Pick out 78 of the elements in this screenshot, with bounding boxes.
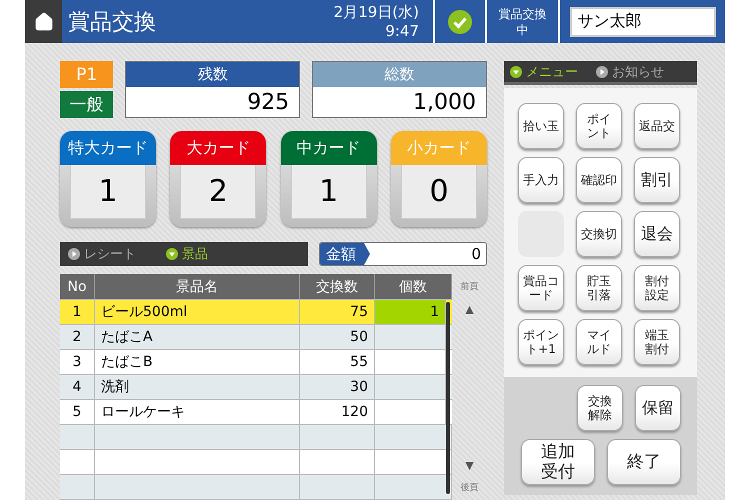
table-cell: 3: [60, 350, 95, 374]
table-cell: たばこB: [95, 350, 300, 374]
card-label: 大カード: [170, 131, 266, 165]
screen-title: 賞品交換: [68, 8, 156, 36]
menu-button[interactable]: 交換切: [576, 211, 622, 257]
table-cell: 55: [300, 350, 375, 374]
home-icon: [34, 12, 54, 32]
card-value: 1: [70, 165, 146, 219]
menu-tab[interactable]: メニュー: [510, 62, 578, 80]
card-counter[interactable]: 大カード 2: [170, 131, 266, 227]
table-row[interactable]: 3 たばこB 55: [60, 350, 452, 375]
table-cell: 50: [300, 325, 375, 349]
card-counter[interactable]: 小カード 0: [390, 131, 487, 227]
counter-label: 残数: [126, 62, 300, 87]
table-cell: 4: [60, 375, 95, 399]
prev-page-label: 前頁: [460, 280, 478, 293]
table-cell: 2: [60, 325, 95, 349]
column-header: 個数: [375, 274, 452, 299]
menu-button[interactable]: マイルド: [576, 319, 622, 365]
table-row[interactable]: 2 たばこA 50: [60, 325, 452, 350]
home-button[interactable]: [25, 0, 62, 43]
page-down-button[interactable]: ▼: [462, 457, 476, 473]
menu-button[interactable]: ポイント+1: [518, 319, 564, 365]
card-label: 小カード: [390, 131, 487, 165]
card-value: 1: [290, 165, 367, 219]
counter-value: 925: [246, 88, 290, 116]
table-cell: たばこA: [95, 325, 300, 349]
menu-button[interactable]: 賞品コード: [518, 265, 564, 311]
amount-label: 金額: [320, 243, 370, 265]
counter-label: 総数: [313, 62, 486, 87]
table-cell: ロールケーキ: [95, 400, 300, 424]
list-tab[interactable]: レシート: [68, 245, 136, 263]
page-up-button[interactable]: ▲: [462, 301, 476, 317]
action-button[interactable]: 終了: [607, 439, 681, 485]
table-cell: 1: [60, 300, 95, 324]
rank-badge: 一般: [60, 91, 114, 118]
amount-value: 0: [470, 245, 482, 263]
card-counter[interactable]: 特大カード 1: [60, 131, 156, 227]
table-cell: 1: [375, 300, 446, 324]
table-row[interactable]: 1 ビール500ml 75 1: [60, 300, 452, 325]
menu-button[interactable]: 端玉割付: [634, 319, 680, 365]
card-label: 特大カード: [60, 131, 156, 165]
card-label: 中カード: [280, 131, 377, 165]
status-text: 賞品交換中: [498, 6, 547, 38]
menu-button[interactable]: 割引: [634, 157, 680, 203]
next-page-label: 後頁: [460, 482, 478, 494]
player-badge: P1: [60, 61, 114, 88]
menu-button[interactable]: 退会: [634, 211, 680, 257]
menu-tab[interactable]: お知らせ: [596, 62, 664, 80]
column-header: No: [60, 274, 95, 299]
table-row[interactable]: 4 洗剤 30: [60, 375, 452, 400]
card-counter[interactable]: 中カード 1: [280, 131, 377, 227]
operator-field[interactable]: サン太郎: [570, 6, 716, 36]
menu-button[interactable]: 手入力: [518, 157, 564, 203]
menu-button[interactable]: 割付設定: [634, 265, 680, 311]
menu-button[interactable]: 確認印: [576, 157, 622, 203]
table-cell: 洗剤: [95, 375, 300, 399]
menu-button[interactable]: 貯玉引落: [576, 265, 622, 311]
table-cell: 5: [60, 400, 95, 424]
column-header: 景品名: [95, 274, 300, 299]
action-button[interactable]: 追加受付: [521, 439, 595, 485]
menu-button[interactable]: 拾い玉: [518, 103, 564, 149]
card-value: 2: [180, 165, 256, 219]
time-text: 9:47: [385, 22, 419, 40]
table-cell: 120: [300, 400, 375, 424]
menu-button[interactable]: ポイント: [576, 103, 622, 149]
column-header: 交換数: [300, 274, 375, 299]
list-tab[interactable]: 景品: [166, 245, 208, 263]
action-button[interactable]: 保留: [635, 385, 681, 431]
card-value: 0: [400, 165, 477, 219]
table-row[interactable]: 5 ロールケーキ 120: [60, 400, 452, 425]
menu-button[interactable]: 返品交: [634, 103, 680, 149]
action-button[interactable]: 交換解除: [577, 385, 623, 431]
scrollbar[interactable]: [446, 302, 450, 494]
date-text: 2月19日(水): [334, 2, 419, 22]
table-cell: 30: [300, 375, 375, 399]
counter-value: 1,000: [412, 88, 477, 116]
table-cell: ビール500ml: [95, 300, 300, 324]
